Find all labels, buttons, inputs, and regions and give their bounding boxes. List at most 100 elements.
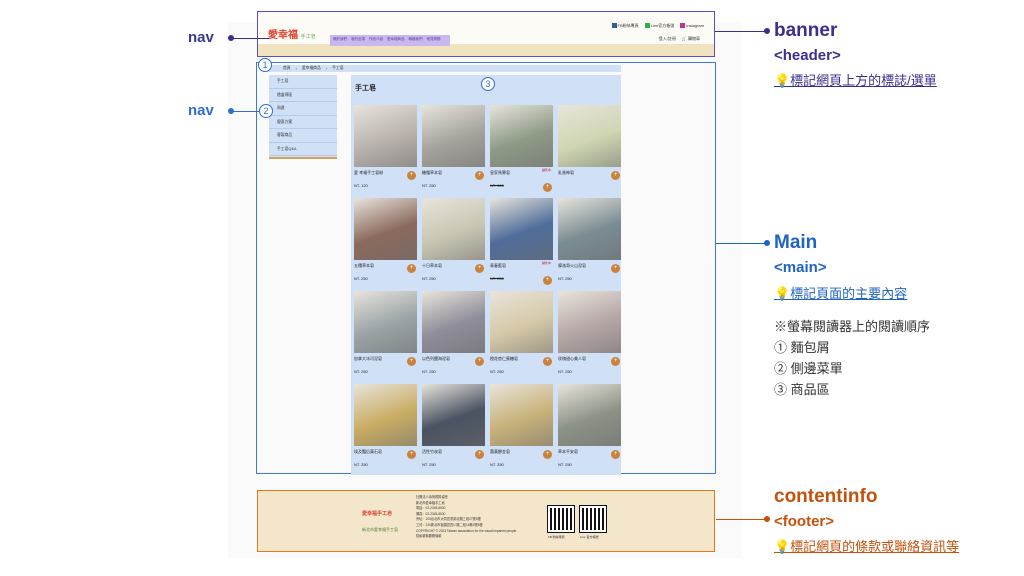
add-to-cart-button[interactable]: + bbox=[475, 171, 484, 180]
product-card[interactable]: 青春藍皂 銷售中 NT. 250 + bbox=[490, 198, 553, 291]
product-image[interactable] bbox=[422, 291, 485, 353]
product-card[interactable]: 十日草本皂 NT. 250 + bbox=[422, 198, 485, 291]
product-name[interactable]: 糖霜草本皂 bbox=[422, 170, 442, 176]
add-to-cart-button[interactable]: + bbox=[543, 357, 552, 366]
product-image[interactable] bbox=[490, 384, 553, 446]
product-card[interactable]: 薑黃鬱金皂 NT. 250 + bbox=[490, 384, 553, 477]
product-name[interactable]: 皇家馬賽皂 bbox=[490, 170, 510, 176]
product-name[interactable]: 草本平安皂 bbox=[558, 449, 578, 455]
product-name[interactable]: 玫瑰甜心美人皂 bbox=[558, 356, 586, 362]
add-to-cart-button[interactable]: + bbox=[407, 171, 416, 180]
product-image[interactable] bbox=[490, 198, 553, 260]
product-card[interactable]: 玫瑰甜心美人皂 NT. 250 + bbox=[558, 291, 621, 384]
product-image[interactable] bbox=[354, 384, 417, 446]
product-name[interactable]: 乳香神皂 bbox=[558, 170, 574, 176]
product-image[interactable] bbox=[490, 105, 553, 167]
fb-link[interactable]: FB粉絲專頁 bbox=[611, 23, 639, 29]
add-to-cart-button[interactable]: + bbox=[407, 264, 416, 273]
add-to-cart-button[interactable]: + bbox=[543, 276, 552, 285]
site-logo[interactable]: 愛幸福 手工皂 bbox=[268, 26, 316, 41]
product-card[interactable]: 糖霜草本皂 NT. 250 + bbox=[422, 105, 485, 198]
product-name[interactable]: 埃及豔后黃石皂 bbox=[354, 449, 382, 455]
product-card[interactable]: 草本平安皂 NT. 250 + bbox=[558, 384, 621, 477]
add-to-cart-button[interactable]: + bbox=[543, 450, 552, 459]
side-menu-item[interactable]: 優惠方案 bbox=[269, 116, 337, 129]
product-image[interactable] bbox=[354, 105, 417, 167]
breadcrumb-item[interactable]: 愛幸福商品 bbox=[302, 66, 321, 71]
badge-3: 3 bbox=[481, 77, 495, 91]
product-card[interactable]: 橙花杏仁蜜糖皂 NT. 250 + bbox=[490, 291, 553, 384]
product-image[interactable] bbox=[354, 291, 417, 353]
add-to-cart-button[interactable]: + bbox=[475, 264, 484, 273]
product-price: NT. 250 bbox=[490, 462, 504, 467]
privacy-link[interactable]: 隱私權與服務條款 bbox=[416, 534, 517, 540]
product-name[interactable]: 以色列鹽海泥皂 bbox=[422, 356, 450, 362]
add-to-cart-button[interactable]: + bbox=[543, 183, 552, 192]
product-image[interactable] bbox=[558, 291, 621, 353]
add-to-cart-button[interactable]: + bbox=[611, 357, 620, 366]
product-card[interactable]: 活性竹炭皂 NT. 250 + bbox=[422, 384, 485, 477]
top-nav-item[interactable]: 愛幸福商品 bbox=[387, 37, 405, 44]
product-image[interactable] bbox=[558, 384, 621, 446]
product-image[interactable] bbox=[490, 291, 553, 353]
product-card[interactable]: 埃及豔后黃石皂 NT. 250 + bbox=[354, 384, 417, 477]
main-note: 💡標記頁面的主要內容 bbox=[774, 286, 908, 301]
product-image[interactable] bbox=[354, 198, 417, 260]
add-to-cart-button[interactable]: + bbox=[611, 264, 620, 273]
reading-order-heading: ※螢幕閱讀器上的閱讀順序 bbox=[774, 319, 931, 334]
cart-link[interactable]: 🛒 購物車 bbox=[682, 36, 700, 42]
top-nav-item[interactable]: 常見問題 bbox=[427, 37, 441, 44]
add-to-cart-button[interactable]: + bbox=[407, 357, 416, 366]
product-name[interactable]: 摩洛哥火山泥皂 bbox=[558, 263, 586, 269]
product-image[interactable] bbox=[422, 198, 485, 260]
product-card[interactable]: 以色列鹽海泥皂 NT. 250 + bbox=[422, 291, 485, 384]
side-menu-item[interactable]: 手工皂Q&A bbox=[269, 143, 337, 156]
product-card[interactable]: 加拿大冰河泥皂 NT. 250 + bbox=[354, 291, 417, 384]
product-name[interactable]: 加拿大冰河泥皂 bbox=[354, 356, 382, 362]
side-menu-item[interactable]: 手工皂 bbox=[269, 75, 337, 89]
product-tag: 銷售中 bbox=[541, 261, 551, 265]
footer-line bbox=[716, 519, 767, 520]
product-name[interactable]: 愛 幸福手工皂粉 bbox=[354, 170, 383, 176]
add-to-cart-button[interactable]: + bbox=[611, 171, 620, 180]
product-card[interactable]: 愛 幸福手工皂粉 NT. 120 + bbox=[354, 105, 417, 198]
add-to-cart-button[interactable]: + bbox=[611, 450, 620, 459]
add-to-cart-button[interactable]: + bbox=[475, 357, 484, 366]
product-price: NT. 250 bbox=[422, 183, 436, 188]
side-menu-item[interactable]: 客製商品 bbox=[269, 129, 337, 143]
product-name[interactable]: 青春藍皂 bbox=[490, 263, 506, 269]
product-name[interactable]: 橙花杏仁蜜糖皂 bbox=[490, 356, 518, 362]
product-card[interactable]: 乳香神皂 + bbox=[558, 105, 621, 198]
product-price: NT. 250 bbox=[422, 462, 436, 467]
top-nav-item[interactable]: 皂的品項 bbox=[351, 37, 365, 44]
breadcrumb-item[interactable]: 首頁 bbox=[283, 66, 291, 71]
banner-title: banner bbox=[774, 20, 838, 41]
contentinfo-tag: <footer> bbox=[774, 513, 835, 530]
top-nav-item[interactable]: 聯絡我們 bbox=[409, 37, 423, 44]
reading-order-item: ② 側邊菜單 bbox=[774, 361, 843, 376]
banner-tag: <header> bbox=[774, 47, 841, 64]
login-link[interactable]: 登入/註冊 bbox=[659, 36, 676, 42]
product-name[interactable]: 活性竹炭皂 bbox=[422, 449, 442, 455]
product-card[interactable]: 摩洛哥火山泥皂 NT. 250 + bbox=[558, 198, 621, 291]
product-image[interactable] bbox=[558, 105, 621, 167]
breadcrumb-item: 手工皂 bbox=[332, 66, 344, 70]
product-name[interactable]: 十日草本皂 bbox=[422, 263, 442, 269]
top-nav-item[interactable]: 作品介紹 bbox=[369, 37, 383, 44]
product-name[interactable]: 五穗草本皂 bbox=[354, 263, 374, 269]
top-nav-item[interactable]: 關於我們 bbox=[333, 37, 347, 44]
add-to-cart-button[interactable]: + bbox=[407, 450, 416, 459]
product-card[interactable]: 皇家馬賽皂 銷售中 NT. 500 + bbox=[490, 105, 553, 198]
contentinfo-note: 💡標記網頁的條款或聯絡資訊等 bbox=[774, 539, 960, 554]
product-price: NT. 250 bbox=[558, 462, 572, 467]
product-image[interactable] bbox=[558, 198, 621, 260]
product-card[interactable]: 五穗草本皂 NT. 250 + bbox=[354, 198, 417, 291]
side-menu-item[interactable]: 禮盒專區 bbox=[269, 89, 337, 102]
product-image[interactable] bbox=[422, 384, 485, 446]
product-name[interactable]: 薑黃鬱金皂 bbox=[490, 449, 510, 455]
product-image[interactable] bbox=[422, 105, 485, 167]
instagram-link[interactable]: Instagram bbox=[680, 23, 704, 29]
line-link[interactable]: Line官方帳號 bbox=[644, 23, 674, 29]
side-menu-item[interactable]: 周邊 bbox=[269, 102, 337, 116]
add-to-cart-button[interactable]: + bbox=[475, 450, 484, 459]
